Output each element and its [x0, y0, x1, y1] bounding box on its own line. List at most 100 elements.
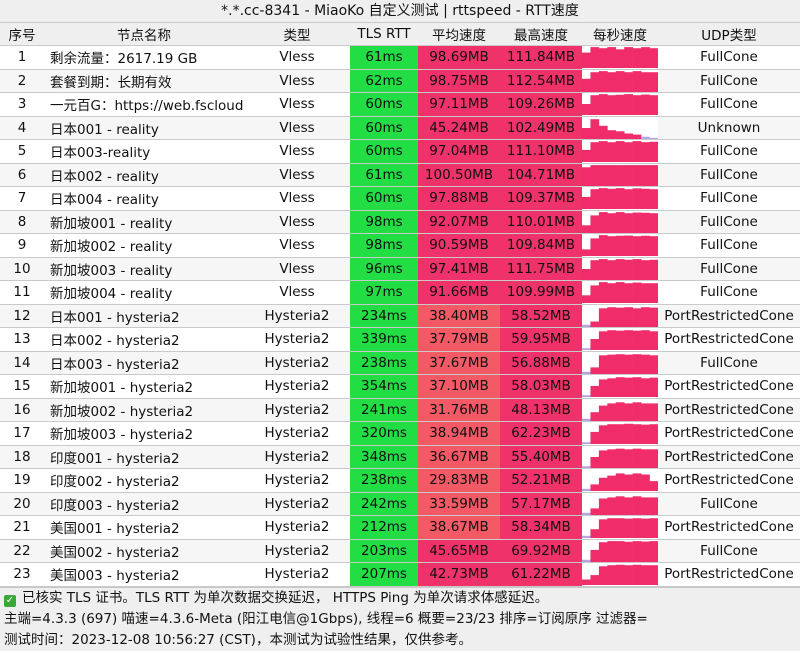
speed-bar: [649, 236, 658, 257]
cell-per-second-graph: [582, 351, 658, 375]
speed-sparkline: [582, 518, 658, 539]
cell-tls-rtt: 96ms: [350, 257, 418, 281]
cell-udp-type: FullCone: [658, 139, 800, 164]
speed-bar: [590, 339, 600, 351]
speed-bar: [632, 258, 642, 280]
cell-type: Vless: [244, 139, 350, 164]
speed-bar: [641, 71, 650, 92]
speed-bar: [624, 133, 633, 139]
cell-index: 1: [0, 45, 44, 70]
speed-bar: [641, 403, 650, 421]
cell-index: 12: [0, 304, 44, 328]
speed-bar: [632, 134, 642, 139]
header-row: 序号 节点名称 类型 TLS RTT 平均速度 最高速度 每秒速度 UDP类型: [0, 23, 800, 46]
speed-bar: [598, 308, 608, 327]
speed-bar: [615, 496, 625, 515]
col-index: 序号: [0, 23, 44, 46]
speed-bar: [632, 70, 642, 92]
speed-table: 序号 节点名称 类型 TLS RTT 平均速度 最高速度 每秒速度 UDP类型 …: [0, 23, 800, 587]
cell-per-second-graph: [582, 45, 658, 70]
speed-bar: [607, 306, 617, 327]
speed-bar: [607, 403, 617, 421]
cell-udp-type: PortRestrictedCone: [658, 421, 800, 446]
speed-bar: [607, 189, 617, 210]
speed-bar: [582, 559, 591, 562]
speed-bar: [641, 354, 650, 374]
cell-avg-speed: 97.04MB: [418, 139, 500, 164]
speed-sparkline: [582, 330, 658, 351]
col-avg-speed: 平均速度: [418, 23, 500, 46]
cell-max-speed: 112.54MB: [500, 69, 582, 93]
speed-bar: [632, 424, 642, 445]
speed-bar: [607, 497, 617, 515]
cell-tls-rtt: 60ms: [350, 92, 418, 117]
cell-max-speed: 111.10MB: [500, 139, 582, 164]
cell-node-name: 日本002 - hysteria2: [44, 327, 244, 352]
speed-bar: [615, 188, 625, 210]
speed-bar: [582, 489, 591, 492]
speed-bar: [615, 565, 625, 586]
speed-bar: [582, 348, 591, 351]
speed-bar: [624, 283, 633, 304]
cell-avg-speed: 97.11MB: [418, 92, 500, 117]
speed-bar: [624, 142, 633, 163]
speed-bar: [649, 283, 658, 304]
speed-bar: [598, 379, 608, 398]
speed-bar: [632, 448, 642, 468]
cell-max-speed: 111.84MB: [500, 45, 582, 70]
cell-per-second-graph: [582, 210, 658, 234]
cell-index: 17: [0, 421, 44, 446]
speed-bar: [582, 167, 591, 186]
speed-bar: [598, 282, 608, 304]
speed-bar: [615, 141, 625, 163]
speed-sparkline: [582, 47, 658, 69]
cell-per-second-graph: [582, 116, 658, 140]
table-row: 12 日本001 - hysteria2 Hysteria2 234ms 38.40MB…: [0, 304, 800, 328]
speed-bar: [590, 367, 600, 374]
col-max-speed: 最高速度: [500, 23, 582, 46]
cell-index: 14: [0, 351, 44, 375]
cell-tls-rtt: 207ms: [350, 562, 418, 587]
speed-bar: [615, 353, 625, 374]
speed-bar: [624, 94, 633, 116]
cell-index: 8: [0, 210, 44, 234]
cell-avg-speed: 97.41MB: [418, 257, 500, 281]
cell-avg-speed: 37.10MB: [418, 374, 500, 399]
speed-bar: [632, 540, 642, 562]
speed-bar: [649, 164, 658, 186]
cell-node-name: 美国001 - hysteria2: [44, 515, 244, 540]
cell-udp-type: FullCone: [658, 280, 800, 305]
cell-udp-type: FullCone: [658, 351, 800, 375]
cell-udp-type: FullCone: [658, 492, 800, 516]
cell-udp-type: PortRestrictedCone: [658, 468, 800, 493]
speed-bar: [590, 71, 600, 92]
speed-sparkline: [582, 188, 658, 210]
speed-bar: [590, 411, 600, 421]
cell-per-second-graph: [582, 445, 658, 469]
speed-bar: [624, 212, 633, 233]
speed-bar: [632, 565, 642, 586]
table-row: 16 新加坡002 - hysteria2 Hysteria2 241ms 31.76M…: [0, 398, 800, 422]
window-title: *.*.cc-8341 - MiaoKo 自定义测试 | rttspeed - …: [0, 0, 800, 23]
speed-sparkline: [582, 448, 658, 468]
table-row: 6 日本002 - reality Vless 61ms 100.50MB 104.71M…: [0, 163, 800, 187]
footer: ✓ 已核实 TLS 证书。TLS RTT 为单次数据交换延迟， HTTPS Pin…: [0, 586, 800, 651]
speed-bar: [607, 236, 617, 257]
speed-bar: [615, 164, 625, 186]
speed-bar: [624, 541, 633, 562]
speed-bar: [624, 259, 633, 280]
speed-bar: [624, 164, 633, 186]
cell-per-second-graph: [582, 257, 658, 281]
speed-bar: [598, 141, 608, 163]
cell-per-second-graph: [582, 139, 658, 164]
speed-bar: [615, 282, 625, 304]
cell-per-second-graph: [582, 280, 658, 305]
cell-avg-speed: 91.66MB: [418, 280, 500, 305]
speed-bar: [649, 424, 658, 445]
table-row: 13 日本002 - hysteria2 Hysteria2 339ms 37.79MB…: [0, 327, 800, 352]
speed-sparkline: [582, 164, 658, 186]
speed-bar: [607, 540, 617, 562]
cell-max-speed: 109.37MB: [500, 186, 582, 211]
cell-per-second-graph: [582, 421, 658, 446]
speed-bar: [624, 71, 633, 92]
